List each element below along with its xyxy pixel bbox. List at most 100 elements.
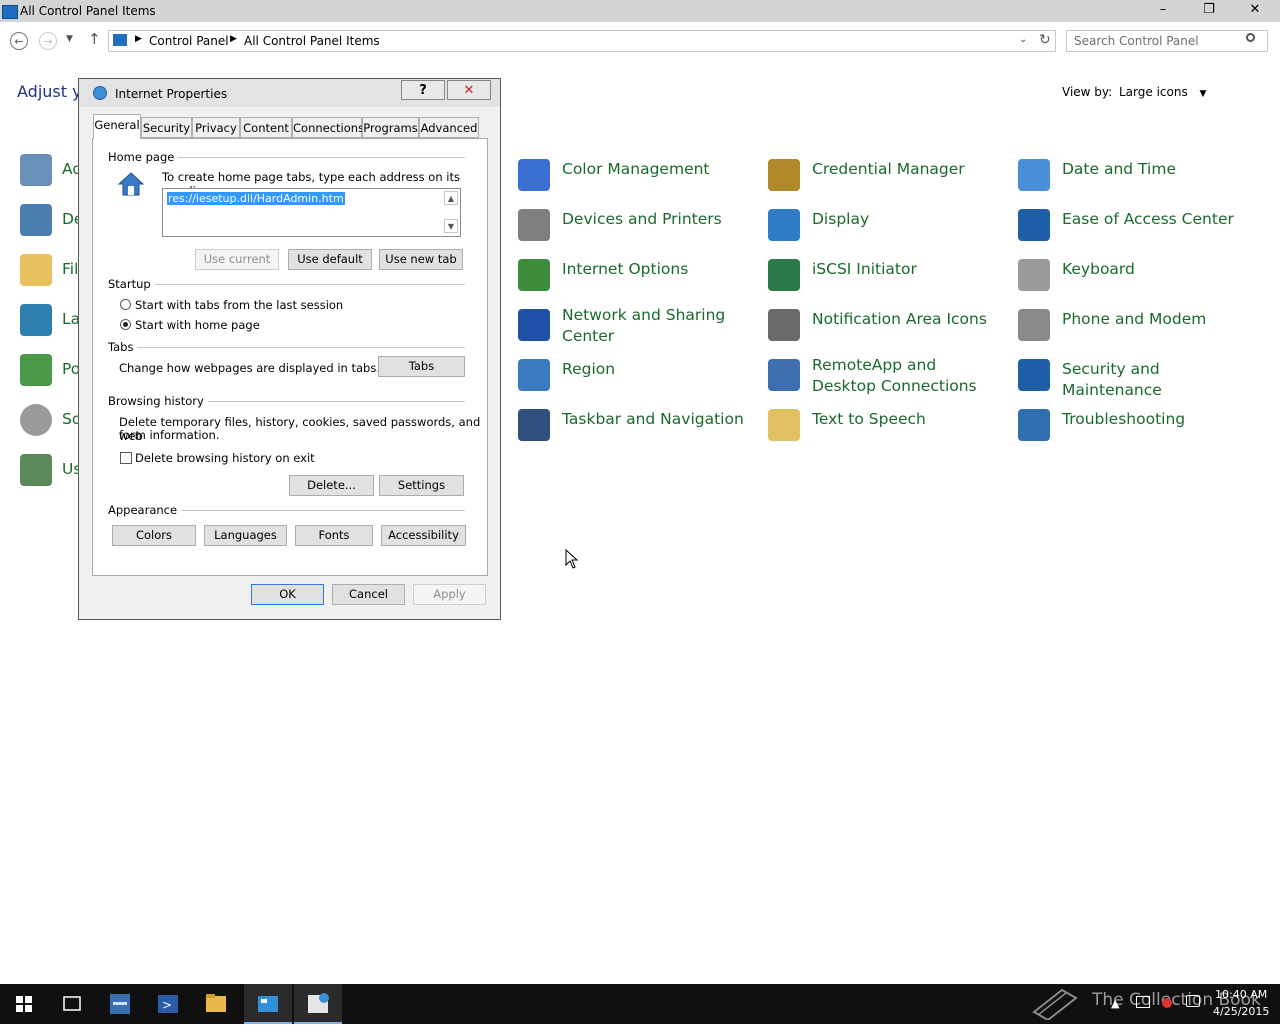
tab-general[interactable]: General xyxy=(93,114,141,139)
tab-content[interactable]: Content xyxy=(240,117,292,138)
address-bar[interactable]: ▶ Control Panel ▶ All Control Panel Item… xyxy=(108,30,1056,52)
cp-item-label: Region xyxy=(562,360,616,378)
cp-item[interactable]: Color Management xyxy=(518,155,758,195)
address-dropdown-icon[interactable]: ⌄ xyxy=(1019,34,1027,45)
delete-on-exit-checkbox[interactable] xyxy=(120,452,132,464)
cp-item[interactable]: RemoteApp and Desktop Connections xyxy=(768,355,1008,395)
language-icon[interactable] xyxy=(20,304,52,336)
display-icon xyxy=(768,209,800,241)
minimize-button[interactable]: – xyxy=(1140,0,1186,22)
forward-arrow-icon[interactable]: → xyxy=(39,32,57,50)
volume-muted-icon[interactable] xyxy=(1162,998,1172,1008)
task-view-icon[interactable] xyxy=(48,984,96,1024)
breadcrumb-all-items[interactable]: All Control Panel Items xyxy=(244,34,380,48)
cp-item-label: Security and Maintenance xyxy=(1062,360,1162,399)
cp-item[interactable]: Display xyxy=(768,205,1008,245)
fonts-button[interactable]: Fonts xyxy=(295,525,373,546)
home-page-url: res://iesetup.dll/HardAdmin.htm xyxy=(167,192,345,205)
cp-item[interactable]: Devices and Printers xyxy=(518,205,758,245)
cp-item[interactable]: Troubleshooting xyxy=(1018,405,1258,445)
help-button[interactable]: ? xyxy=(401,80,445,100)
cp-item[interactable]: Credential Manager xyxy=(768,155,1008,195)
cp-item[interactable]: iSCSI Initiator xyxy=(768,255,1008,295)
action-center-icon[interactable] xyxy=(20,154,52,186)
home-page-heading: Home page xyxy=(108,150,179,164)
refresh-icon[interactable]: ↻ xyxy=(1039,32,1051,48)
file-explorer-icon[interactable] xyxy=(192,984,240,1024)
left-item-label[interactable]: Fil xyxy=(62,260,78,278)
folder-icon[interactable] xyxy=(20,254,52,286)
clock-time[interactable]: 10:40 AM xyxy=(1215,988,1267,1001)
taskbar: > The Collection Book ▲ 10:40 AM 4/25/20… xyxy=(0,984,1280,1024)
home-page-url-textarea[interactable]: res://iesetup.dll/HardAdmin.htm ▲ ▼ xyxy=(162,188,461,237)
close-window-button[interactable]: ✕ xyxy=(1232,0,1278,22)
tab-programs[interactable]: Programs xyxy=(362,117,419,138)
chevron-down-icon: ▼ xyxy=(1199,89,1207,99)
ok-button[interactable]: OK xyxy=(251,584,324,605)
cp-item[interactable]: Security and Maintenance xyxy=(1018,355,1258,399)
breadcrumb-separator-icon[interactable]: ▶ xyxy=(135,34,142,44)
languages-button[interactable]: Languages xyxy=(204,525,287,546)
cp-item-label: Display xyxy=(812,210,870,228)
device-manager-icon[interactable] xyxy=(20,204,52,236)
sound-icon[interactable] xyxy=(20,404,52,436)
use-default-button[interactable]: Use default xyxy=(288,249,372,270)
scroll-up-icon[interactable]: ▲ xyxy=(444,191,458,205)
cp-item[interactable]: Notification Area Icons xyxy=(768,305,1008,345)
cancel-button[interactable]: Cancel xyxy=(332,584,405,605)
cp-item[interactable]: Ease of Access Center xyxy=(1018,205,1258,245)
control-panel-taskbar-icon[interactable] xyxy=(244,984,292,1024)
use-new-tab-button[interactable]: Use new tab xyxy=(379,249,463,270)
tab-connections[interactable]: Connections xyxy=(292,117,364,138)
server-manager-icon[interactable] xyxy=(96,984,144,1024)
svg-text:>: > xyxy=(162,998,172,1012)
divider xyxy=(151,284,465,285)
view-by-label: View by: xyxy=(1062,85,1113,99)
recent-locations-chevron-icon[interactable]: ▼ xyxy=(66,34,73,44)
internet-properties-dialog: Internet Properties ? ✕ General Security… xyxy=(78,78,501,620)
maximize-button[interactable]: ❐ xyxy=(1186,0,1232,22)
cp-item[interactable]: Keyboard xyxy=(1018,255,1258,295)
window-titlebar: All Control Panel Items – ❐ ✕ xyxy=(0,0,1280,22)
network-icon[interactable] xyxy=(1136,996,1150,1008)
accessibility-button[interactable]: Accessibility xyxy=(381,525,466,546)
search-icon[interactable] xyxy=(1246,33,1255,42)
cp-item[interactable]: Taskbar and Navigation xyxy=(518,405,758,445)
up-arrow-icon[interactable]: ↑ xyxy=(88,30,101,48)
tab-security[interactable]: Security xyxy=(141,117,192,138)
tabs-settings-button[interactable]: Tabs xyxy=(378,356,465,377)
internet-options-icon xyxy=(518,259,550,291)
scroll-down-icon[interactable]: ▼ xyxy=(444,219,458,233)
start-button[interactable] xyxy=(0,984,48,1024)
colors-button[interactable]: Colors xyxy=(112,525,196,546)
use-current-button[interactable]: Use current xyxy=(195,249,279,270)
credential-manager-icon xyxy=(768,159,800,191)
cp-item[interactable]: Internet Options xyxy=(518,255,758,295)
radio-last-session[interactable] xyxy=(120,299,131,310)
tab-advanced[interactable]: Advanced xyxy=(419,117,479,138)
cp-item[interactable]: Text to Speech xyxy=(768,405,1008,445)
cp-item[interactable]: Network and Sharing Center xyxy=(518,305,758,345)
cp-item[interactable]: Phone and Modem xyxy=(1018,305,1258,345)
cp-item[interactable]: Region xyxy=(518,355,758,395)
cp-item-label: Internet Options xyxy=(562,260,689,278)
delete-history-button[interactable]: Delete... xyxy=(289,475,374,496)
action-center-notification-icon[interactable] xyxy=(1186,995,1200,1007)
tab-privacy[interactable]: Privacy xyxy=(192,117,240,138)
power-icon[interactable] xyxy=(20,354,52,386)
back-arrow-icon[interactable]: ← xyxy=(10,32,28,50)
search-input[interactable]: Search Control Panel xyxy=(1066,30,1268,52)
users-icon[interactable] xyxy=(20,454,52,486)
breadcrumb-separator-icon[interactable]: ▶ xyxy=(230,34,237,44)
radio-home-page[interactable] xyxy=(120,319,131,330)
history-settings-button[interactable]: Settings xyxy=(379,475,464,496)
apply-button[interactable]: Apply xyxy=(413,584,486,605)
internet-properties-taskbar-icon[interactable] xyxy=(294,984,342,1024)
close-dialog-button[interactable]: ✕ xyxy=(447,80,491,100)
cp-item[interactable]: Date and Time xyxy=(1018,155,1258,195)
clock-date[interactable]: 4/25/2015 xyxy=(1213,1005,1269,1018)
breadcrumb-control-panel[interactable]: Control Panel xyxy=(149,34,229,48)
show-hidden-icons-icon[interactable]: ▲ xyxy=(1111,997,1119,1010)
view-by-dropdown[interactable]: Large icons ▼ xyxy=(1119,85,1206,99)
powershell-icon[interactable]: > xyxy=(144,984,192,1024)
